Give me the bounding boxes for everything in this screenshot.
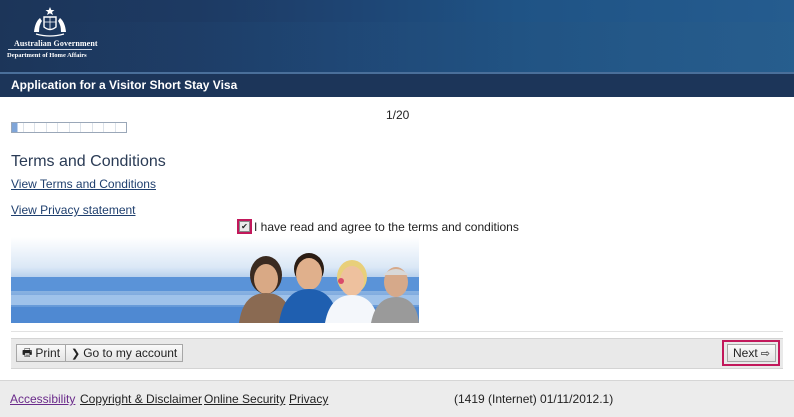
action-bar: 🖶 Print ❯ Go to my account Next ⇨ <box>11 338 783 369</box>
page-indicator: 1/20 <box>386 108 410 122</box>
progress-segment <box>35 123 47 132</box>
go-to-account-button[interactable]: ❯ Go to my account <box>65 344 184 362</box>
department-name: Department of Home Affairs <box>7 52 87 59</box>
progress-segment <box>12 123 24 132</box>
progress-segment <box>81 123 93 132</box>
view-privacy-link[interactable]: View Privacy statement <box>11 203 136 217</box>
gov-divider <box>8 49 92 50</box>
footer-link-privacy[interactable]: Privacy <box>289 392 328 406</box>
gov-name: Australian Government <box>14 39 98 48</box>
content-divider <box>11 331 783 332</box>
next-button[interactable]: Next ⇨ <box>727 344 776 362</box>
chevron-right-icon: ❯ <box>71 347 81 360</box>
application-title: Application for a Visitor Short Stay Vis… <box>11 78 238 92</box>
progress-segment <box>58 123 70 132</box>
account-label: Go to my account <box>83 346 178 360</box>
banner-image <box>11 237 419 323</box>
application-title-bar: Application for a Visitor Short Stay Vis… <box>0 72 794 97</box>
agree-checkbox-highlight[interactable]: ✔ <box>237 219 252 234</box>
coat-of-arms-icon <box>34 7 66 37</box>
progress-segment <box>70 123 81 132</box>
agree-checkbox[interactable]: ✔ <box>239 221 250 232</box>
header-bar: Australian Government Department of Home… <box>0 0 794 72</box>
page-title: Terms and Conditions <box>11 153 166 170</box>
print-button[interactable]: 🖶 Print <box>16 344 67 362</box>
footer: Accessibility Copyright & Disclaimer Onl… <box>0 380 794 417</box>
footer-link-online-security[interactable]: Online Security <box>204 392 285 406</box>
version-info: (1419 (Internet) 01/11/2012.1) <box>454 392 614 406</box>
agree-row: ✔ I have read and agree to the terms and… <box>237 219 519 234</box>
progress-segment <box>104 123 116 132</box>
view-terms-link[interactable]: View Terms and Conditions <box>11 177 156 191</box>
footer-link-accessibility[interactable]: Accessibility <box>10 392 75 406</box>
footer-link-copyright[interactable]: Copyright & Disclaimer <box>80 392 202 406</box>
next-button-highlight: Next ⇨ <box>722 340 780 366</box>
progress-segment <box>116 123 127 132</box>
progress-bar <box>11 122 127 133</box>
progress-segment <box>24 123 35 132</box>
progress-segment <box>93 123 104 132</box>
printer-icon: 🖶 <box>22 346 33 359</box>
print-label: Print <box>35 346 61 360</box>
next-label: Next <box>733 346 758 360</box>
agree-label: I have read and agree to the terms and c… <box>254 219 519 234</box>
progress-segment <box>47 123 58 132</box>
arrow-right-icon: ⇨ <box>760 347 770 360</box>
header-gradient <box>0 22 794 72</box>
